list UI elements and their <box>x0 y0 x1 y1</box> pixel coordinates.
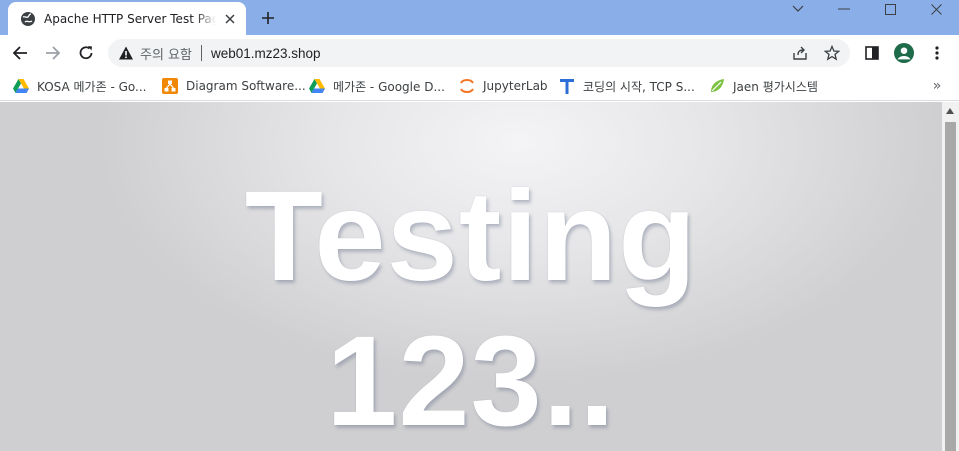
url-text[interactable]: web01.mz23.shop <box>211 46 321 61</box>
tab-search-chevron-icon[interactable] <box>775 0 821 18</box>
scrollbar-thumb[interactable] <box>945 122 956 451</box>
address-separator <box>200 45 202 61</box>
bookmark-kosa-megazone[interactable]: KOSA 메가존 - Go... <box>13 77 146 95</box>
google-drive-icon <box>309 78 325 94</box>
scroll-up-arrow-icon[interactable] <box>946 108 954 114</box>
share-icon[interactable] <box>792 45 808 61</box>
jupyter-icon <box>459 78 475 94</box>
forward-arrow-icon[interactable] <box>41 41 65 65</box>
headline-line-1: Testing <box>244 165 698 308</box>
bookmark-jaen[interactable]: Jaen 평가시스템 <box>709 77 818 95</box>
address-bar[interactable]: 주의 요함 web01.mz23.shop <box>108 39 850 67</box>
security-status-label[interactable]: 주의 요함 <box>140 44 192 63</box>
bookmark-label: Jaen 평가시스템 <box>733 79 818 94</box>
tab-strip: Apache HTTP Server Test Page powered by:… <box>0 0 959 35</box>
bookmark-tcp-school[interactable]: 코딩의 시작, TCP S... <box>559 77 695 95</box>
tcp-school-icon <box>559 78 575 94</box>
close-tab-icon[interactable] <box>222 11 238 27</box>
bookmarks-bar: KOSA 메가존 - Go... Diagram Software... 메가존… <box>0 71 959 101</box>
bookmark-label: JupyterLab <box>483 79 548 93</box>
bookmark-label: KOSA 메가존 - Go... <box>37 79 147 94</box>
vertical-scrollbar[interactable] <box>942 102 959 451</box>
bookmark-label: Diagram Software... <box>186 79 306 93</box>
browser-tab-active[interactable]: Apache HTTP Server Test Page powered by:… <box>8 2 246 35</box>
profile-avatar[interactable] <box>894 43 914 63</box>
browser-toolbar: 주의 요함 web01.mz23.shop <box>0 35 959 71</box>
bookmark-label: 메가존 - Google D... <box>333 79 445 94</box>
back-arrow-icon[interactable] <box>8 41 32 65</box>
maximize-window-icon[interactable] <box>867 0 913 18</box>
side-panel-icon[interactable] <box>862 43 882 63</box>
reload-icon[interactable] <box>74 41 98 65</box>
page-content: Testing 123.. <box>0 102 942 451</box>
warning-triangle-icon[interactable] <box>118 45 134 61</box>
minimize-window-icon[interactable] <box>821 0 867 18</box>
tab-title: Apache HTTP Server Test Page powered by:… <box>44 11 216 26</box>
bookmark-star-icon[interactable] <box>824 45 840 61</box>
more-options-icon[interactable] <box>927 43 947 63</box>
diagrams-icon <box>162 78 178 94</box>
jaen-icon <box>709 78 725 94</box>
headline-line-2: 123.. <box>326 310 616 451</box>
new-tab-button[interactable] <box>258 8 278 28</box>
bookmark-megazone-google-drive[interactable]: 메가존 - Google D... <box>309 77 445 95</box>
bookmarks-overflow-button[interactable]: » <box>928 77 946 95</box>
bookmark-diagram-software[interactable]: Diagram Software... <box>162 77 306 95</box>
close-window-icon[interactable] <box>913 0 959 18</box>
google-drive-icon <box>13 78 29 94</box>
globe-icon <box>20 11 36 27</box>
bookmark-label: 코딩의 시작, TCP S... <box>583 79 695 94</box>
bookmark-jupyterlab[interactable]: JupyterLab <box>459 77 548 95</box>
